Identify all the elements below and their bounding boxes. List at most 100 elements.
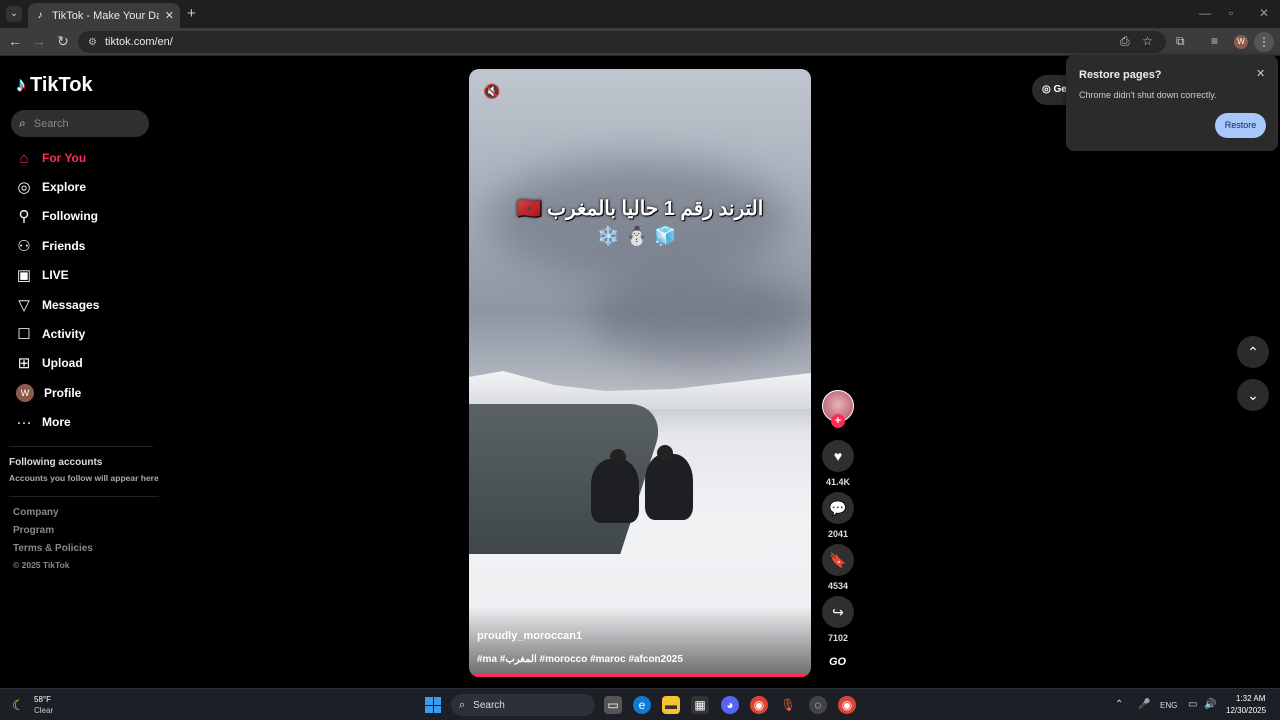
tiktok-logo[interactable]: ♪ TikTok (16, 74, 93, 97)
go-badge[interactable]: GO (829, 656, 846, 668)
activity-icon: ☐ (17, 326, 31, 343)
snowy-mountains (469, 371, 811, 409)
weather-temperature[interactable]: 58°F (34, 695, 51, 704)
search-placeholder: Search (33, 117, 69, 130)
sidebar-item-friends[interactable]: ⚇ Friends (16, 235, 85, 257)
like-count: 41.4K (825, 477, 851, 487)
app-icon[interactable]: ◌ (809, 696, 827, 714)
compass-icon: ◎ (17, 179, 31, 196)
chevron-down-icon: ⌄ (1247, 387, 1259, 403)
mute-icon[interactable]: 🔇 (483, 83, 500, 100)
browser-toolbar: ← → ↻ ⚙ tiktok.com/en/ ⎙ ☆ ⧉ ≡ W ⋮ (0, 28, 1280, 56)
windows-start-icon[interactable] (425, 697, 441, 713)
site-info-icon[interactable]: ⚙ (88, 37, 97, 48)
new-tab-icon[interactable]: + (187, 5, 196, 22)
browser-tab[interactable]: ♪ TikTok - Make Your Day ✕ (28, 3, 180, 28)
microphone-icon[interactable]: 🎤 (1138, 699, 1150, 710)
home-icon: ⌂ (19, 149, 29, 167)
friends-icon: ⚇ (17, 238, 31, 255)
taskbar-search-label: Search (473, 699, 505, 711)
close-icon[interactable]: ✕ (1256, 67, 1265, 80)
taskbar-search[interactable]: ⌕ Search (451, 694, 595, 716)
weather-condition[interactable]: Clear (34, 706, 53, 715)
sidebar-item-activity[interactable]: ☐ Activity (16, 323, 85, 345)
sidebar-item-profile[interactable]: W Profile (16, 382, 81, 404)
bookmark-icon: 🔖 (829, 552, 847, 568)
get-app-label: Ge (1053, 84, 1067, 95)
moon-icon[interactable]: ☾ (12, 697, 25, 714)
nav-label: Friends (42, 239, 86, 253)
search-input[interactable]: ⌕ Search (11, 110, 149, 137)
save-count: 4534 (827, 581, 849, 591)
sidebar-item-messages[interactable]: ▽ Messages (16, 294, 99, 316)
follow-plus-icon[interactable]: + (831, 414, 845, 428)
save-button[interactable]: 🔖 (822, 544, 854, 576)
person (645, 454, 693, 520)
microphone-app-icon[interactable]: 🎙 (779, 696, 797, 714)
clock-time[interactable]: 1:32 AM (1236, 694, 1265, 703)
tab-search-icon[interactable]: ⌄ (6, 6, 22, 22)
sidebar-item-following[interactable]: ⚲ Following (16, 205, 99, 227)
minimize-icon[interactable]: — (1199, 6, 1211, 20)
video-player[interactable]: 🔇 الترند رقم 1 حاليا بالمغرب 🇲🇦 ❄️⛄🧊 pro… (469, 69, 811, 677)
previous-video-button[interactable]: ⌃ (1237, 336, 1269, 368)
media-control-icon[interactable]: ≡ (1211, 34, 1218, 48)
divider (9, 446, 153, 447)
video-progress-bar[interactable] (469, 674, 811, 677)
volume-icon[interactable]: 🔊 (1204, 699, 1216, 710)
profile-avatar[interactable]: W (1234, 35, 1248, 49)
nav-label: Upload (42, 356, 83, 370)
sidebar-item-upload[interactable]: ⊞ Upload (16, 352, 83, 374)
window-close-icon[interactable]: ✕ (1259, 6, 1269, 20)
footer-link-company[interactable]: Company (13, 507, 59, 518)
sidebar-item-for-you[interactable]: ⌂ For You (16, 147, 86, 169)
upload-icon: ⊞ (17, 355, 31, 372)
like-button[interactable]: ♥ (822, 440, 854, 472)
lake (469, 404, 669, 554)
footer-link-program[interactable]: Program (13, 525, 54, 536)
logo-text: TikTok (30, 74, 93, 96)
tab-close-icon[interactable]: ✕ (165, 9, 174, 22)
file-explorer-icon[interactable]: ▬ (662, 696, 680, 714)
network-icon[interactable]: ▭ (1188, 699, 1197, 710)
tiktok-note-icon: ♪ (16, 74, 26, 96)
sidebar-item-live[interactable]: ▣ LIVE (16, 264, 69, 286)
maximize-icon[interactable]: ▫ (1229, 6, 1233, 20)
sidebar-item-more[interactable]: ··· More (16, 411, 71, 433)
store-icon[interactable]: ▦ (691, 696, 709, 714)
restore-button[interactable]: Restore (1215, 113, 1266, 138)
nav-label: Explore (42, 180, 87, 194)
install-app-icon[interactable]: ⎙ (1120, 34, 1130, 49)
forward-icon[interactable]: → (30, 33, 48, 49)
sky-cloud (589, 269, 809, 359)
avatar: W (16, 384, 34, 402)
reload-icon[interactable]: ↻ (54, 33, 72, 50)
video-caption[interactable]: #ma #المغرب #morocco #maroc #afcon2025 (477, 654, 683, 665)
video-username[interactable]: proudly_moroccan1 (477, 630, 582, 642)
share-button[interactable]: ↪ (822, 596, 854, 628)
chrome-icon[interactable]: ◉ (750, 696, 768, 714)
address-bar[interactable]: ⚙ tiktok.com/en/ (78, 31, 1166, 53)
restore-title: Restore pages? (1079, 69, 1162, 81)
task-view-icon[interactable]: ▭ (604, 696, 622, 714)
bottom-gradient (469, 607, 811, 677)
video-overlay-text: الترند رقم 1 حاليا بالمغرب 🇲🇦 (516, 198, 764, 220)
edge-icon[interactable]: e (633, 696, 651, 714)
back-icon[interactable]: ← (6, 33, 24, 49)
extensions-icon[interactable]: ⧉ (1176, 34, 1185, 49)
comment-button[interactable]: 💬 (822, 492, 854, 524)
language-indicator[interactable]: ENG (1160, 701, 1177, 710)
clock-date[interactable]: 12/30/2025 (1226, 706, 1266, 715)
discord-icon[interactable]: ◕ (721, 696, 739, 714)
chrome-profile-icon[interactable]: ◉ (838, 696, 856, 714)
chrome-menu-icon[interactable]: ⋮ (1254, 32, 1274, 52)
next-video-button[interactable]: ⌄ (1237, 379, 1269, 411)
nav-label: More (42, 415, 71, 429)
comment-icon: 💬 (829, 500, 847, 516)
tray-chevron-icon[interactable]: ⌃ (1115, 699, 1123, 710)
windows-taskbar: ☾ 58°F Clear ⌕ Search ▭ e ▬ ▦ ◕ ◉ 🎙 ◌ ◉ … (0, 688, 1280, 720)
sidebar-item-explore[interactable]: ◎ Explore (16, 176, 86, 198)
footer-link-terms[interactable]: Terms & Policies (13, 543, 93, 554)
more-icon: ··· (16, 413, 32, 431)
bookmark-star-icon[interactable]: ☆ (1142, 34, 1153, 48)
